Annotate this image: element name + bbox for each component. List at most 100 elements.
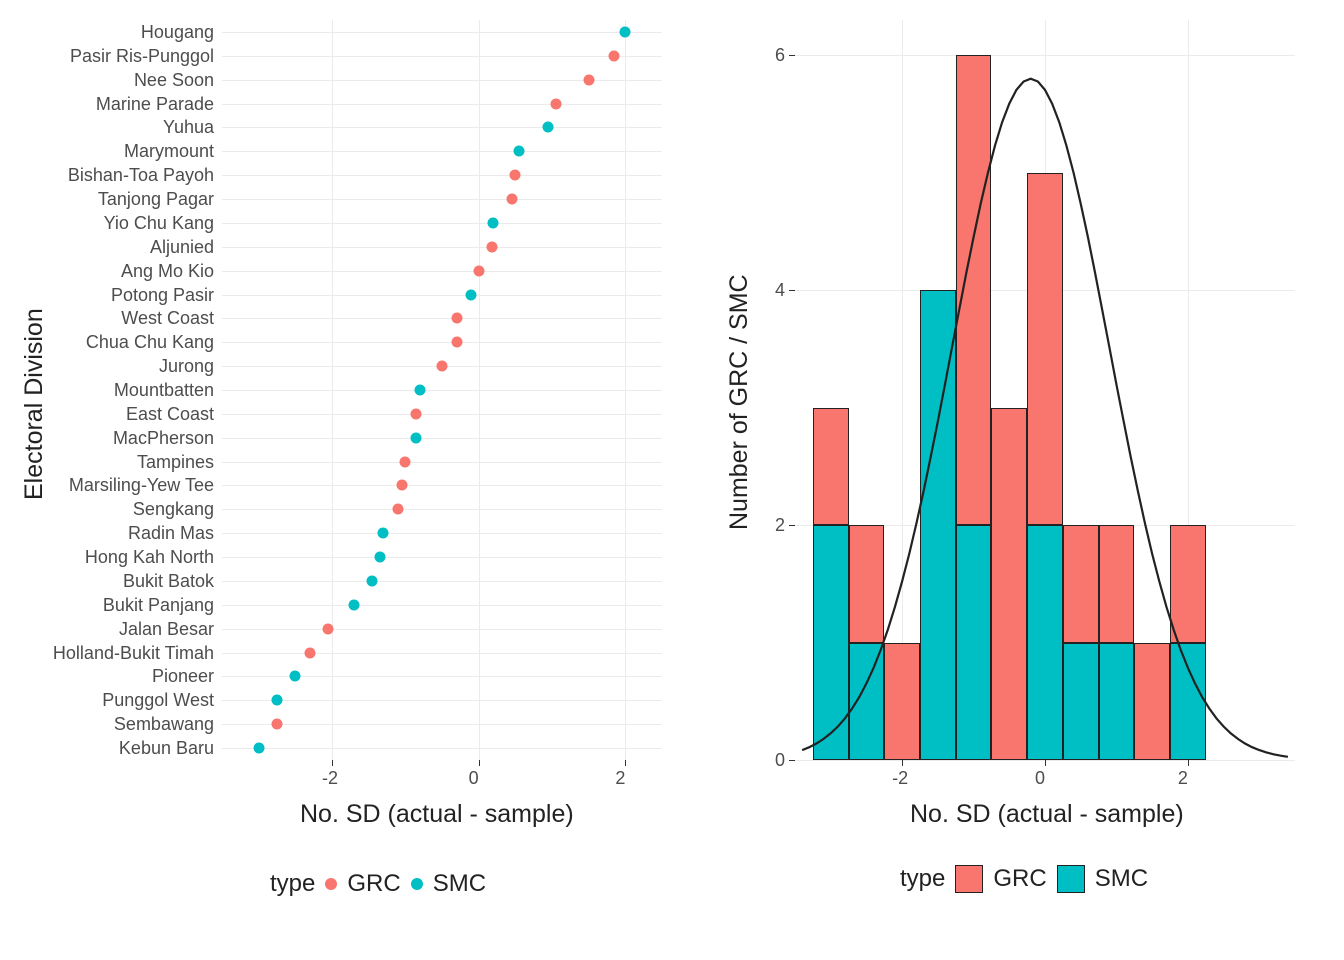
scatter-dot xyxy=(609,50,620,61)
scatter-dot xyxy=(411,432,422,443)
grid-line xyxy=(222,151,662,152)
square-icon xyxy=(1057,865,1085,893)
scatter-y-tick: Holland-Bukit Timah xyxy=(53,643,214,664)
scatter-dot xyxy=(290,671,301,682)
scatter-y-tick: Yuhua xyxy=(163,117,214,138)
grid-line xyxy=(222,748,662,749)
scatter-y-tick: Kebun Baru xyxy=(119,738,214,759)
scatter-dot xyxy=(305,647,316,658)
tick-mark xyxy=(332,760,333,766)
scatter-y-tick: Tampines xyxy=(137,452,214,473)
histogram-y-tick: 2 xyxy=(775,515,785,536)
histogram-y-axis-title: Number of GRC / SMC xyxy=(725,274,754,530)
panels: Electoral Division No. SD (actual - samp… xyxy=(0,0,1344,880)
scatter-dot xyxy=(437,361,448,372)
grid-line xyxy=(222,676,662,677)
histogram-x-tick: 2 xyxy=(1178,768,1188,789)
scatter-y-tick: Chua Chu Kang xyxy=(86,332,214,353)
grid-line xyxy=(625,20,626,760)
grid-line xyxy=(222,557,662,558)
scatter-y-tick: Yio Chu Kang xyxy=(104,213,214,234)
scatter-dot xyxy=(543,122,554,133)
scatter-y-tick: Jurong xyxy=(159,356,214,377)
tick-mark xyxy=(1045,760,1046,766)
grid-line xyxy=(222,175,662,176)
scatter-dot xyxy=(466,289,477,300)
scatter-y-tick: Sengkang xyxy=(133,499,214,520)
grid-line xyxy=(222,509,662,510)
grid-line xyxy=(222,533,662,534)
scatter-dot xyxy=(396,480,407,491)
scatter-x-tick: 2 xyxy=(615,768,625,789)
tick-mark xyxy=(479,760,480,766)
scatter-dot xyxy=(323,623,334,634)
grid-line xyxy=(222,104,662,105)
scatter-dot xyxy=(349,599,360,610)
grid-line xyxy=(222,199,662,200)
scatter-y-tick: East Coast xyxy=(126,404,214,425)
scatter-y-tick: Pasir Ris-Punggol xyxy=(70,46,214,67)
dot-icon xyxy=(411,878,423,890)
scatter-dot xyxy=(367,575,378,586)
grid-line xyxy=(222,56,662,57)
histogram-y-tick: 6 xyxy=(775,45,785,66)
scatter-y-tick: Marine Parade xyxy=(96,94,214,115)
scatter-legend-title: type xyxy=(270,870,315,898)
scatter-dot xyxy=(488,217,499,228)
square-icon xyxy=(955,865,983,893)
scatter-y-tick: Ang Mo Kio xyxy=(121,261,214,282)
scatter-dot xyxy=(473,265,484,276)
grid-line xyxy=(222,223,662,224)
grid-line xyxy=(222,629,662,630)
tick-mark xyxy=(1188,760,1189,766)
scatter-dot xyxy=(415,385,426,396)
grid-line xyxy=(222,32,662,33)
histogram-x-axis-title: No. SD (actual - sample) xyxy=(910,800,1184,829)
scatter-panel: Electoral Division No. SD (actual - samp… xyxy=(0,0,700,880)
grid-line xyxy=(222,724,662,725)
scatter-legend-smc-label: SMC xyxy=(433,870,486,898)
grid-line xyxy=(222,700,662,701)
grid-line xyxy=(222,438,662,439)
scatter-y-tick: Mountbatten xyxy=(114,380,214,401)
grid-line xyxy=(222,653,662,654)
tick-mark xyxy=(625,760,626,766)
scatter-y-tick: Tanjong Pagar xyxy=(98,189,214,210)
histogram-y-tick: 4 xyxy=(775,280,785,301)
scatter-x-tick: -2 xyxy=(322,768,338,789)
grid-line xyxy=(222,485,662,486)
scatter-dot xyxy=(583,74,594,85)
grid-line xyxy=(222,462,662,463)
dot-icon xyxy=(325,878,337,890)
scatter-dot xyxy=(400,456,411,467)
scatter-dot xyxy=(510,170,521,181)
histogram-legend-title: type xyxy=(900,865,945,893)
scatter-y-tick: Potong Pasir xyxy=(111,285,214,306)
scatter-y-tick: Bukit Batok xyxy=(123,571,214,592)
grid-line xyxy=(222,414,662,415)
scatter-dot xyxy=(506,194,517,205)
scatter-y-tick: Bukit Panjang xyxy=(103,595,214,616)
scatter-legend: type GRC SMC xyxy=(270,870,486,898)
scatter-y-tick: Pioneer xyxy=(152,666,214,687)
scatter-dot xyxy=(378,528,389,539)
scatter-legend-smc: SMC xyxy=(411,870,486,898)
scatter-legend-grc: GRC xyxy=(325,870,400,898)
scatter-x-axis-title: No. SD (actual - sample) xyxy=(300,800,574,829)
scatter-y-tick: Marymount xyxy=(124,141,214,162)
scatter-y-tick: Punggol West xyxy=(102,690,214,711)
scatter-y-tick: Marsiling-Yew Tee xyxy=(69,475,214,496)
scatter-dot xyxy=(514,146,525,157)
scatter-y-tick: Bishan-Toa Payoh xyxy=(68,165,214,186)
scatter-y-tick: Jalan Besar xyxy=(119,619,214,640)
histogram-legend-grc: GRC xyxy=(955,865,1046,893)
scatter-y-tick: West Coast xyxy=(121,308,214,329)
scatter-y-tick: Sembawang xyxy=(114,714,214,735)
histogram-x-tick: 0 xyxy=(1035,768,1045,789)
scatter-y-tick: Aljunied xyxy=(150,237,214,258)
grid-line xyxy=(222,127,662,128)
histogram-legend-grc-label: GRC xyxy=(993,865,1046,893)
grid-line xyxy=(222,390,662,391)
scatter-dot xyxy=(451,337,462,348)
tick-mark xyxy=(902,760,903,766)
